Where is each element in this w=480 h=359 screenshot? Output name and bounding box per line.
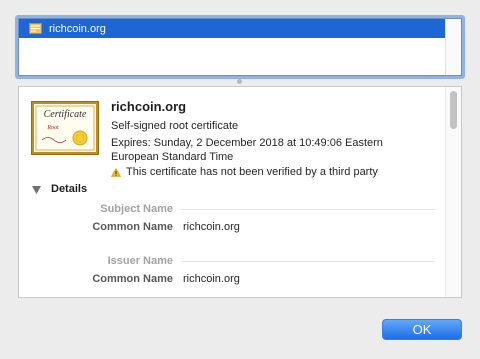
certificate-icon [29, 23, 42, 34]
issuer-common-name-label: Common Name [92, 273, 173, 285]
certificate-image-icon: Certificate Root [31, 101, 99, 155]
detail-scrollbar-thumb[interactable] [450, 91, 457, 129]
svg-text:Certificate: Certificate [44, 109, 87, 120]
issuer-common-name-value: richcoin.org [183, 273, 240, 285]
certificate-detail-panel: Certificate Root richcoin.org Self-signe… [18, 86, 462, 298]
certificate-expiry: Expires: Sunday, 2 December 2018 at 10:4… [111, 137, 383, 163]
ok-button[interactable]: OK [382, 319, 462, 340]
svg-text:Root: Root [46, 125, 59, 131]
trust-warning: This certificate has not been verified b… [110, 166, 378, 178]
list-scrollbar[interactable] [445, 19, 461, 75]
certificate-name: richcoin.org [111, 99, 187, 114]
subject-divider [181, 209, 435, 210]
trust-warning-text: This certificate has not been verified b… [126, 166, 378, 178]
certificate-list-row[interactable]: richcoin.org [19, 19, 446, 38]
details-label: Details [51, 183, 88, 195]
issuer-name-header: Issuer Name [107, 255, 173, 267]
subject-name-header: Subject Name [100, 203, 173, 215]
detail-scrollbar[interactable] [445, 87, 461, 297]
details-disclosure[interactable]: Details [32, 183, 87, 195]
disclosure-triangle-icon[interactable] [32, 185, 41, 194]
issuer-divider [181, 261, 435, 262]
certificate-type: Self-signed root certificate [111, 120, 239, 132]
certificate-list-label: richcoin.org [49, 22, 106, 35]
certificate-list-content: richcoin.org [18, 18, 462, 76]
subject-common-name-value: richcoin.org [183, 221, 240, 233]
warning-triangle-icon [110, 167, 122, 177]
subject-common-name-label: Common Name [92, 221, 173, 233]
certificate-list[interactable]: richcoin.org [15, 15, 465, 79]
split-view-handle[interactable] [237, 79, 242, 84]
